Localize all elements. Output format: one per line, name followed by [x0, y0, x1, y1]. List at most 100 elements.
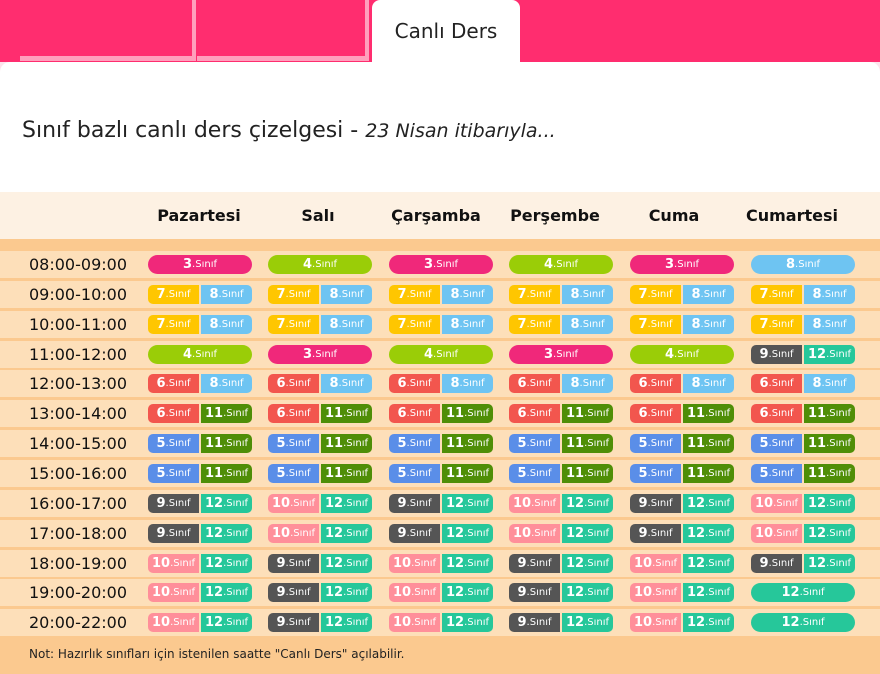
- grade-suffix: .Sınıf: [531, 498, 557, 509]
- class-cell[interactable]: 7 .Sınıf 8 .Sınıf: [389, 285, 493, 304]
- class-cell[interactable]: 9 .Sınıf 12 .Sınıf: [751, 345, 855, 364]
- class-cell[interactable]: 5 .Sınıf 11 .Sınıf: [509, 434, 613, 453]
- class-cell[interactable]: 5 .Sınıf 11 .Sınıf: [751, 434, 855, 453]
- class-cell[interactable]: 5 .Sınıf 11 .Sınıf: [268, 434, 372, 453]
- class-cell[interactable]: 5 .Sınıf 11 .Sınıf: [630, 434, 734, 453]
- class-cell[interactable]: 7 .Sınıf 8 .Sınıf: [751, 285, 855, 304]
- class-cell[interactable]: 9 .Sınıf 12 .Sınıf: [751, 554, 855, 573]
- time-slot: 14:00-15:00: [29, 434, 127, 453]
- class-cell[interactable]: 12 .Sınıf: [751, 583, 855, 602]
- class-cell[interactable]: 6 .Sınıf 8 .Sınıf: [630, 374, 734, 393]
- class-cell[interactable]: 7 .Sınıf 8 .Sınıf: [268, 285, 372, 304]
- grade-number: 6: [397, 406, 407, 421]
- class-cell[interactable]: 10 .Sınıf 12 .Sınıf: [509, 494, 613, 513]
- class-cell[interactable]: 6 .Sınıf 8 .Sınıf: [148, 374, 252, 393]
- class-cell[interactable]: 7 .Sınıf 8 .Sınıf: [148, 315, 252, 334]
- class-cell[interactable]: 6 .Sınıf 8 .Sınıf: [751, 374, 855, 393]
- class-cell[interactable]: 3 .Sınıf: [148, 255, 252, 274]
- class-cell[interactable]: 9 .Sınıf 12 .Sınıf: [389, 494, 493, 513]
- grade-number: 8: [691, 376, 701, 391]
- class-cell[interactable]: 10 .Sınıf 12 .Sınıf: [389, 554, 493, 573]
- grade-number: 9: [638, 496, 648, 511]
- grade-suffix: .Sınıf: [290, 498, 316, 509]
- class-cell[interactable]: 9 .Sınıf 12 .Sınıf: [268, 583, 372, 602]
- class-cell[interactable]: 10 .Sınıf 12 .Sınıf: [268, 494, 372, 513]
- class-cell[interactable]: 9 .Sınıf 12 .Sınıf: [389, 524, 493, 543]
- class-cell[interactable]: 6 .Sınıf 8 .Sınıf: [509, 374, 613, 393]
- grade-suffix: .Sınıf: [312, 259, 337, 270]
- class-cell[interactable]: 7 .Sınıf 8 .Sınıf: [751, 315, 855, 334]
- class-cell[interactable]: 9 .Sınıf 12 .Sınıf: [148, 524, 252, 543]
- class-cell[interactable]: 8 .Sınıf: [751, 255, 855, 274]
- grade-badge: 9 .Sınıf: [630, 524, 681, 543]
- grade-suffix: .Sınıf: [526, 438, 552, 449]
- class-cell[interactable]: 10 .Sınıf 12 .Sınıf: [148, 554, 252, 573]
- class-cell[interactable]: 7 .Sınıf 8 .Sınıf: [509, 315, 613, 334]
- class-cell[interactable]: 3 .Sınıf: [389, 255, 493, 274]
- class-cell[interactable]: 10 .Sınıf 12 .Sınıf: [389, 613, 493, 632]
- class-cell[interactable]: 6 .Sınıf 11 .Sınıf: [268, 404, 372, 423]
- tab-hidden-2[interactable]: [197, 0, 369, 61]
- class-cell[interactable]: 4 .Sınıf: [630, 345, 734, 364]
- class-cell[interactable]: 5 .Sınıf 11 .Sınıf: [148, 434, 252, 453]
- class-cell[interactable]: 9 .Sınıf 12 .Sınıf: [630, 524, 734, 543]
- class-cell[interactable]: 3 .Sınıf: [268, 345, 372, 364]
- grade-number: 10: [271, 496, 291, 511]
- class-cell[interactable]: 12 .Sınıf: [751, 613, 855, 632]
- class-cell[interactable]: 9 .Sınıf 12 .Sınıf: [630, 494, 734, 513]
- class-cell[interactable]: 10 .Sınıf 12 .Sınıf: [751, 494, 855, 513]
- class-cell[interactable]: 5 .Sınıf 11 .Sınıf: [389, 464, 493, 483]
- class-cell[interactable]: 6 .Sınıf 11 .Sınıf: [751, 404, 855, 423]
- class-cell[interactable]: 4 .Sınıf: [148, 345, 252, 364]
- class-cell[interactable]: 10 .Sınıf 12 .Sınıf: [630, 613, 734, 632]
- class-cell[interactable]: 5 .Sınıf 11 .Sınıf: [509, 464, 613, 483]
- grade-number: 12: [204, 615, 224, 630]
- class-cell[interactable]: 4 .Sınıf: [389, 345, 493, 364]
- class-cell[interactable]: 5 .Sınıf 11 .Sınıf: [751, 464, 855, 483]
- class-cell[interactable]: 5 .Sınıf 11 .Sınıf: [268, 464, 372, 483]
- class-cell[interactable]: 6 .Sınıf 8 .Sınıf: [268, 374, 372, 393]
- class-cell[interactable]: 7 .Sınıf 8 .Sınıf: [630, 315, 734, 334]
- grade-suffix: .Sınıf: [700, 289, 726, 300]
- class-cell[interactable]: 7 .Sınıf 8 .Sınıf: [509, 285, 613, 304]
- class-cell[interactable]: 10 .Sınıf 12 .Sınıf: [751, 524, 855, 543]
- class-cell[interactable]: 5 .Sınıf 11 .Sınıf: [148, 464, 252, 483]
- class-cell[interactable]: 10 .Sınıf 12 .Sınıf: [509, 524, 613, 543]
- class-cell[interactable]: 6 .Sınıf 11 .Sınıf: [389, 404, 493, 423]
- class-cell[interactable]: 6 .Sınıf 8 .Sınıf: [389, 374, 493, 393]
- class-cell[interactable]: 10 .Sınıf 12 .Sınıf: [268, 524, 372, 543]
- class-cell[interactable]: 7 .Sınıf 8 .Sınıf: [630, 285, 734, 304]
- tab-canli-ders[interactable]: Canlı Ders: [372, 0, 520, 62]
- class-cell[interactable]: 4 .Sınıf: [268, 255, 372, 274]
- class-cell[interactable]: 6 .Sınıf 11 .Sınıf: [148, 404, 252, 423]
- class-cell[interactable]: 10 .Sınıf 12 .Sınıf: [148, 583, 252, 602]
- class-cell[interactable]: 6 .Sınıf 11 .Sınıf: [509, 404, 613, 423]
- class-cell[interactable]: 4 .Sınıf: [509, 255, 613, 274]
- class-cell[interactable]: 7 .Sınıf 8 .Sınıf: [389, 315, 493, 334]
- class-cell[interactable]: 9 .Sınıf 12 .Sınıf: [509, 554, 613, 573]
- tab-hidden-1[interactable]: [20, 0, 196, 61]
- class-cell[interactable]: 7 .Sınıf 8 .Sınıf: [148, 285, 252, 304]
- grade-badge: 12 .Sınıf: [804, 554, 855, 573]
- class-cell[interactable]: 9 .Sınıf 12 .Sınıf: [509, 583, 613, 602]
- class-cell[interactable]: 9 .Sınıf 12 .Sınıf: [268, 613, 372, 632]
- class-cell[interactable]: 5 .Sınıf 11 .Sınıf: [389, 434, 493, 453]
- class-cell[interactable]: 5 .Sınıf 11 .Sınıf: [630, 464, 734, 483]
- class-cell[interactable]: 10 .Sınıf 12 .Sınıf: [630, 554, 734, 573]
- grade-suffix: .Sınıf: [674, 259, 699, 270]
- class-cell[interactable]: 10 .Sınıf 12 .Sınıf: [148, 613, 252, 632]
- class-cell[interactable]: 3 .Sınıf: [630, 255, 734, 274]
- class-cell[interactable]: 6 .Sınıf 11 .Sınıf: [630, 404, 734, 423]
- class-cell[interactable]: 9 .Sınıf 12 .Sınıf: [509, 613, 613, 632]
- class-cell[interactable]: 9 .Sınıf 12 .Sınıf: [268, 554, 372, 573]
- grade-suffix: .Sınıf: [647, 408, 673, 419]
- grade-number: 12: [686, 496, 706, 511]
- class-cell[interactable]: 10 .Sınıf 12 .Sınıf: [389, 583, 493, 602]
- grade-badge: 12 .Sınıf: [751, 583, 855, 602]
- class-cell[interactable]: 9 .Sınıf 12 .Sınıf: [148, 494, 252, 513]
- class-cell[interactable]: 7 .Sınıf 8 .Sınıf: [268, 315, 372, 334]
- class-cell[interactable]: 3 .Sınıf: [509, 345, 613, 364]
- grade-suffix: .Sınıf: [285, 468, 311, 479]
- grade-number: 7: [638, 287, 648, 302]
- class-cell[interactable]: 10 .Sınıf 12 .Sınıf: [630, 583, 734, 602]
